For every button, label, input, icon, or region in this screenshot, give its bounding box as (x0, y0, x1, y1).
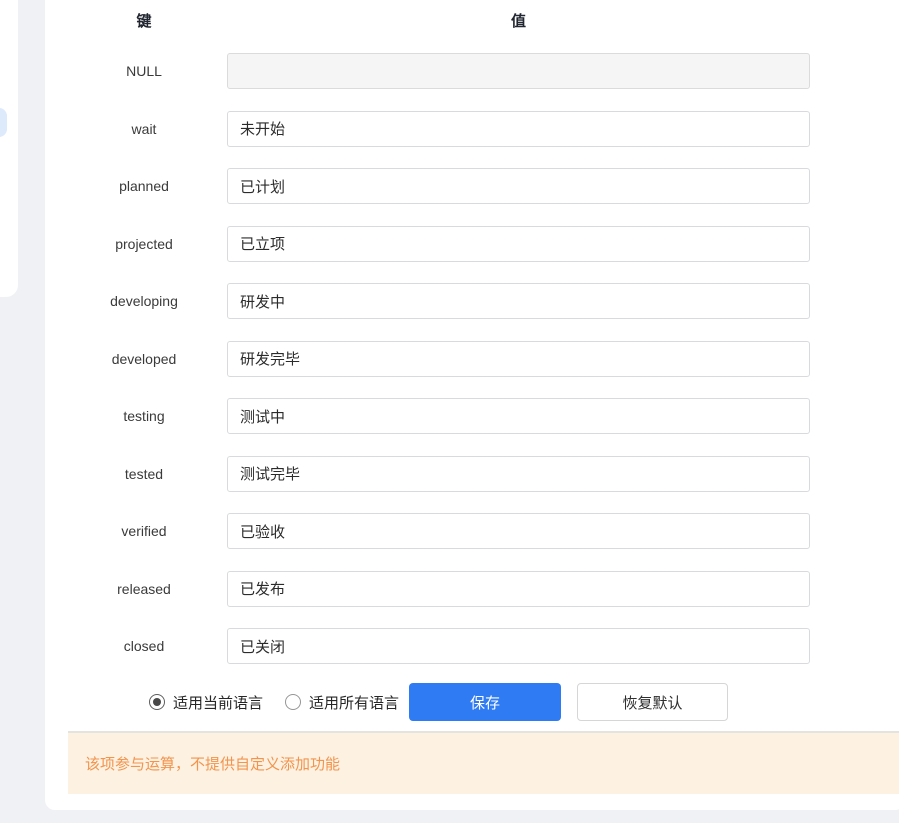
table-row: released (45, 570, 899, 607)
restore-default-button[interactable]: 恢复默认 (577, 683, 729, 721)
row-value-input-verified[interactable] (227, 513, 810, 549)
radio-selected-icon[interactable] (149, 694, 165, 710)
actions-row: 适用当前语言 适用所有语言 保存 恢复默认 (149, 683, 899, 721)
table-row: projected (45, 225, 899, 262)
row-key-label: planned (119, 178, 169, 194)
row-value-input-closed[interactable] (227, 628, 810, 664)
row-key-label: tested (124, 465, 164, 482)
row-key-label: verified (121, 523, 167, 539)
row-value-input-developing[interactable] (227, 283, 810, 319)
sidebar-active-item[interactable] (0, 108, 7, 137)
table-row: closed (45, 628, 899, 664)
language-settings-card: 键 值 NULL wait planned projected developi… (45, 0, 899, 810)
row-value-input-planned[interactable] (227, 168, 810, 204)
notice-banner: 该项参与运算，不提供自定义添加功能 (68, 731, 899, 794)
row-key-label: NULL (126, 63, 162, 79)
row-key-label: developing (110, 293, 178, 309)
row-value-input-null (227, 53, 810, 89)
radio-current-language-label: 适用当前语言 (173, 694, 264, 712)
notice-text: 该项参与运算，不提供自定义添加功能 (85, 756, 341, 773)
row-key-label: wait (131, 120, 157, 137)
table-row: tested (45, 455, 899, 492)
radio-all-languages-label: 适用所有语言 (309, 694, 400, 712)
table-row: verified (45, 513, 899, 549)
row-key-label: projected (115, 235, 173, 252)
radio-current-language[interactable]: 适用当前语言 (149, 692, 263, 713)
row-value-input-wait[interactable] (227, 110, 810, 147)
row-value-input-testing[interactable] (227, 398, 810, 434)
row-key-label: released (117, 580, 171, 597)
table-row: planned (45, 168, 899, 204)
row-value-input-released[interactable] (227, 570, 810, 607)
row-value-input-projected[interactable] (227, 225, 810, 262)
row-key-label: closed (123, 638, 165, 654)
table-row: developed (45, 340, 899, 377)
table-row: NULL (45, 53, 899, 89)
value-column-header: 值 (510, 13, 526, 30)
key-value-rows: NULL wait planned projected developing d… (45, 53, 899, 664)
table-row: testing (45, 398, 899, 434)
save-button[interactable]: 保存 (409, 683, 562, 721)
radio-unselected-icon[interactable] (285, 694, 302, 710)
table-row: developing (45, 283, 899, 319)
row-value-input-developed[interactable] (227, 340, 810, 377)
table-header: 键 值 (45, 12, 899, 32)
row-value-input-tested[interactable] (227, 455, 810, 492)
table-row: wait (45, 110, 899, 147)
radio-all-languages[interactable]: 适用所有语言 (285, 692, 399, 713)
settings-form: 键 值 NULL wait planned projected developi… (45, 0, 899, 794)
sidebar-panel (0, 0, 18, 297)
row-key-label: developed (111, 350, 177, 367)
key-column-header: 键 (136, 13, 152, 30)
row-key-label: testing (123, 408, 165, 424)
